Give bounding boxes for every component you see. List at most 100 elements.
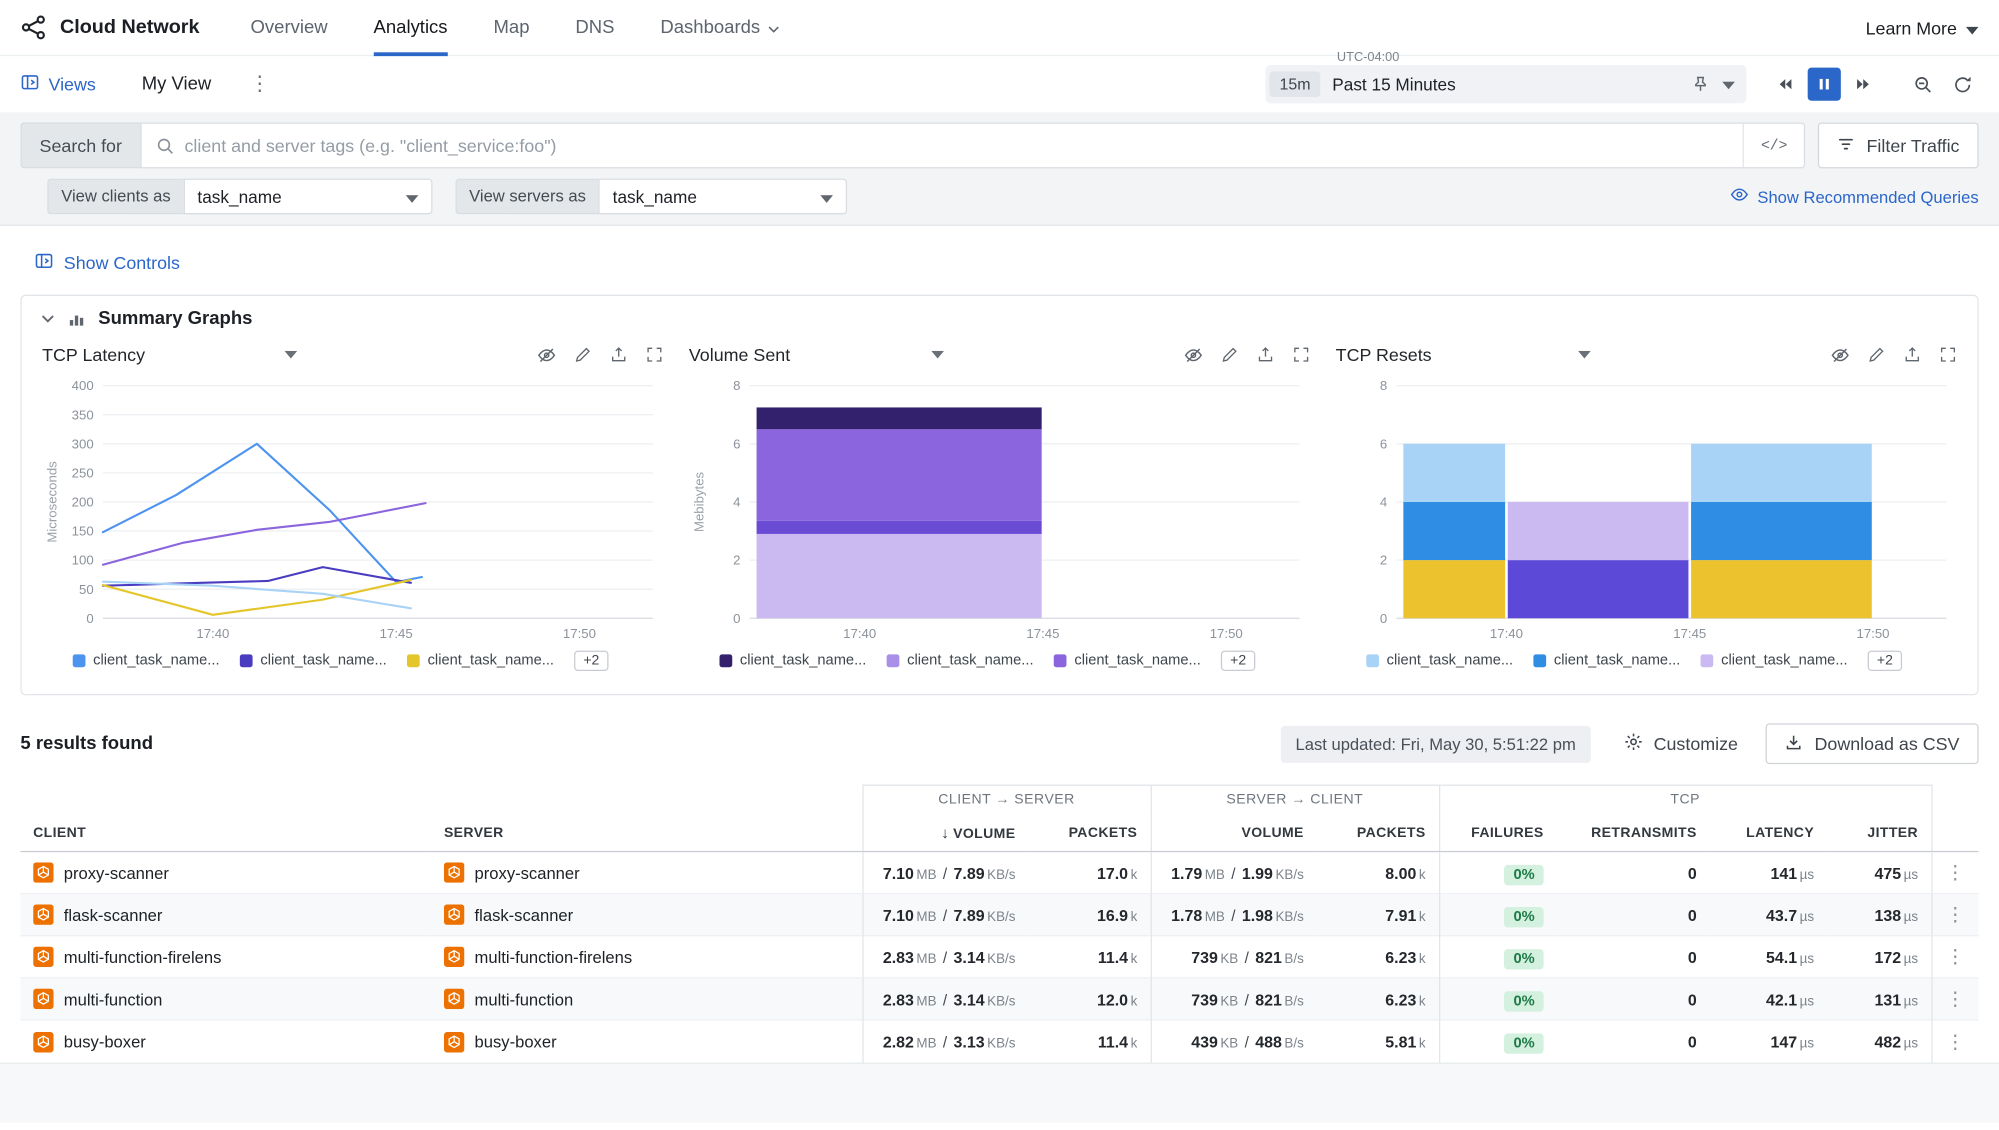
legend-item[interactable]: client_task_name... [1534,654,1681,669]
table-row[interactable]: proxy-scannerproxy-scanner7.10MB/7.89KB/… [20,852,1978,894]
client-cell[interactable]: busy-boxer [20,1020,431,1062]
tab-dashboards[interactable]: Dashboards [660,0,779,55]
tab-analytics[interactable]: Analytics [374,0,448,55]
legend-item[interactable]: client_task_name... [1054,654,1201,669]
hide-graph-icon[interactable] [1831,345,1850,364]
collapse-chevron-icon[interactable] [41,314,55,324]
show-recommended-queries-link[interactable]: Show Recommended Queries [1729,185,1978,208]
tab-overview[interactable]: Overview [251,0,328,55]
client-cell[interactable]: proxy-scanner [20,852,431,894]
client-name[interactable]: multi-function-firelens [64,948,222,967]
view-clients-as-select[interactable]: task_name [183,179,432,215]
tab-dns[interactable]: DNS [575,0,614,55]
expand-graph-icon[interactable] [1292,346,1310,364]
legend-item[interactable]: client_task_name... [1366,654,1513,669]
col-header-jitter[interactable]: JITTER [1827,814,1932,852]
server-name[interactable]: multi-function-firelens [475,948,633,967]
server-cell[interactable]: multi-function-firelens [431,936,862,978]
filter-traffic-button[interactable]: Filter Traffic [1818,122,1979,168]
legend-more-badge[interactable]: +2 [574,651,608,671]
client-name[interactable]: busy-boxer [64,1032,146,1051]
export-graph-icon[interactable] [1257,346,1275,364]
legend-more-badge[interactable]: +2 [1868,651,1902,671]
view-options-kebab-icon[interactable]: ⋮ [244,71,275,97]
legend-item[interactable]: client_task_name... [1701,654,1848,669]
legend-item[interactable]: client_task_name... [407,654,554,669]
row-actions[interactable]: ⋮ [1931,936,1978,978]
col-header-cs-volume[interactable]: ↓VOLUME [862,814,1028,852]
row-actions[interactable]: ⋮ [1931,852,1978,894]
client-cell[interactable]: multi-function-firelens [20,936,431,978]
col-header-latency[interactable]: LATENCY [1709,814,1826,852]
client-name[interactable]: flask-scanner [64,906,163,925]
chart-metric-select[interactable]: Volume Sent [689,344,944,364]
row-actions-kebab-icon[interactable]: ⋮ [1946,863,1965,885]
col-header-sc-volume[interactable]: VOLUME [1151,814,1317,852]
client-cell[interactable]: multi-function [20,978,431,1020]
hide-graph-icon[interactable] [1184,345,1203,364]
tab-map[interactable]: Map [493,0,529,55]
col-header-client[interactable]: CLIENT [20,814,431,852]
server-cell[interactable]: proxy-scanner [431,852,862,894]
zoom-out-button[interactable] [1906,68,1939,101]
show-controls-link[interactable]: Show Controls [34,251,179,274]
time-range-picker[interactable]: 15m Past 15 Minutes [1265,65,1746,103]
client-server-volume: 2.83MB/3.14KB/s [862,978,1028,1020]
client-name[interactable]: multi-function [64,990,163,1009]
col-header-retransmits[interactable]: RETRANSMITS [1556,814,1709,852]
chart-metric-select[interactable]: TCP Latency [42,344,297,364]
server-name[interactable]: flask-scanner [475,906,574,925]
client-cell[interactable]: flask-scanner [20,894,431,936]
views-button[interactable]: Views [20,73,95,96]
export-graph-icon[interactable] [610,346,628,364]
table-row[interactable]: busy-boxerbusy-boxer2.82MB/3.13KB/s11.4k… [20,1020,1978,1062]
expand-graph-icon[interactable] [1939,346,1957,364]
download-csv-button[interactable]: Download as CSV [1766,724,1979,765]
chart-metric-select[interactable]: TCP Resets [1336,344,1591,364]
row-actions[interactable]: ⋮ [1931,1020,1978,1062]
hide-graph-icon[interactable] [537,345,556,364]
row-actions[interactable]: ⋮ [1931,894,1978,936]
legend-more-badge[interactable]: +2 [1221,651,1255,671]
time-forward-button[interactable] [1847,68,1880,101]
query-syntax-toggle[interactable]: </> [1743,124,1804,167]
row-actions[interactable]: ⋮ [1931,978,1978,1020]
row-actions-kebab-icon[interactable]: ⋮ [1946,947,1965,969]
server-cell[interactable]: busy-boxer [431,1020,862,1062]
table-row[interactable]: flask-scannerflask-scanner7.10MB/7.89KB/… [20,894,1978,936]
time-rewind-button[interactable] [1768,68,1801,101]
legend-item[interactable]: client_task_name... [73,654,220,669]
legend-item[interactable]: client_task_name... [240,654,387,669]
row-actions-kebab-icon[interactable]: ⋮ [1946,989,1965,1011]
server-cell[interactable]: flask-scanner [431,894,862,936]
expand-graph-icon[interactable] [646,346,664,364]
server-cell[interactable]: multi-function [431,978,862,1020]
edit-graph-icon[interactable] [574,346,592,364]
edit-graph-icon[interactable] [1868,346,1886,364]
col-header-sc-packets[interactable]: PACKETS [1317,814,1439,852]
pause-button[interactable] [1808,68,1841,101]
refresh-button[interactable] [1945,68,1978,101]
export-graph-icon[interactable] [1903,346,1921,364]
search-input[interactable]: </> [140,122,1805,168]
client-name[interactable]: proxy-scanner [64,864,169,883]
col-header-server[interactable]: SERVER [431,814,862,852]
row-actions-kebab-icon[interactable]: ⋮ [1946,905,1965,927]
table-row[interactable]: multi-function-firelens multi-function-fi… [20,936,1978,978]
current-view-name[interactable]: My View [142,74,212,94]
customize-button[interactable]: Customize [1624,733,1738,756]
search-text-input[interactable] [184,135,1743,155]
legend-item[interactable]: client_task_name... [887,654,1034,669]
legend-item[interactable]: client_task_name... [719,654,866,669]
table-row[interactable]: multi-function multi-function 2.83MB/3.14K… [20,978,1978,1020]
learn-more-button[interactable]: Learn More [1866,17,1979,37]
server-name[interactable]: busy-boxer [475,1032,557,1051]
server-name[interactable]: proxy-scanner [475,864,580,883]
col-header-failures[interactable]: FAILURES [1439,814,1556,852]
row-actions-kebab-icon[interactable]: ⋮ [1946,1032,1965,1054]
edit-graph-icon[interactable] [1221,346,1239,364]
pin-icon[interactable] [1692,75,1710,93]
server-name[interactable]: multi-function [475,990,574,1009]
col-header-cs-packets[interactable]: PACKETS [1028,814,1150,852]
view-servers-as-select[interactable]: task_name [599,179,848,215]
